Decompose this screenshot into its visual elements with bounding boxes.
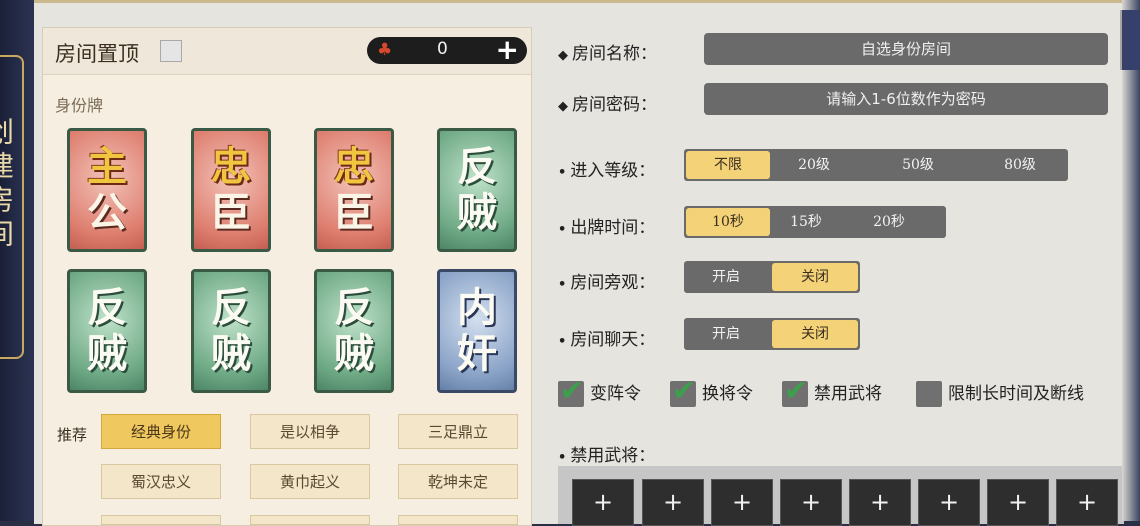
pin-bar: 房间置顶 ♣ 0 +: [43, 28, 531, 75]
spectate-label-text: 房间旁观：: [570, 273, 656, 293]
card-top-char: 反: [457, 143, 497, 190]
preset-button[interactable]: 三足鼎立: [398, 414, 518, 449]
pin-label: 房间置顶: [55, 42, 139, 66]
coin-icon: ♣: [377, 40, 393, 60]
preset-button[interactable]: 蜀汉忠义: [101, 464, 221, 499]
card-top-char: 反: [334, 284, 374, 331]
ban-slot[interactable]: +: [987, 479, 1049, 526]
card-bottom-char: 公: [87, 189, 127, 236]
chat-label: • 房间聊天：: [558, 330, 656, 350]
room-name-label-text: 房间名称：: [572, 44, 657, 64]
time-label-text: 出牌时间：: [570, 218, 656, 238]
create-room-panel: 房间置顶 ♣ 0 + 身份牌 主 公 忠 臣 忠 臣 反 贼 反 贼 反 贼 反…: [34, 0, 1124, 526]
card-top-char: 内: [457, 284, 497, 331]
formation-token-checkbox[interactable]: ✔: [558, 374, 584, 407]
formation-token-label: 变阵令: [590, 384, 641, 404]
recommend-label: 推荐: [57, 426, 88, 444]
limit-afk-checkbox[interactable]: [916, 381, 942, 407]
room-name-input[interactable]: 自选身份房间: [704, 33, 1108, 65]
frame-notch: [1120, 10, 1140, 70]
preset-button-partial[interactable]: [398, 515, 518, 525]
password-input[interactable]: 请输入1-6位数作为密码: [704, 83, 1108, 115]
identity-card-spy[interactable]: 内 奸: [437, 269, 517, 393]
room-name-label: ◆ 房间名称：: [558, 44, 657, 64]
chat-off-option[interactable]: 关闭: [772, 320, 858, 348]
ban-general-checkbox[interactable]: ✔: [782, 374, 808, 407]
chat-on-option[interactable]: 开启: [688, 320, 764, 348]
card-bottom-char: 奸: [457, 330, 497, 377]
preset-button[interactable]: 黄巾起义: [250, 464, 370, 499]
preset-classic-button[interactable]: 经典身份: [101, 414, 221, 449]
spectate-label: • 房间旁观：: [558, 273, 656, 293]
level-option-80[interactable]: 80级: [982, 151, 1058, 179]
side-tab-create-room[interactable]: 创建房间: [0, 55, 24, 359]
password-label-text: 房间密码：: [572, 95, 657, 115]
card-bottom-char: 臣: [211, 189, 251, 236]
chat-toggle: 开启 关闭: [684, 318, 860, 350]
card-top-char: 反: [87, 284, 127, 331]
checkmark-icon: ✔: [560, 374, 584, 407]
chat-label-text: 房间聊天：: [570, 330, 656, 350]
ban-slot[interactable]: +: [849, 479, 911, 526]
card-bottom-char: 贼: [334, 330, 374, 377]
preset-button-partial[interactable]: [250, 515, 370, 525]
level-option-20[interactable]: 20级: [784, 151, 844, 179]
card-top-char: 忠: [211, 143, 251, 190]
level-label-text: 进入等级：: [570, 161, 656, 181]
ban-slot[interactable]: +: [1056, 479, 1118, 526]
preset-button[interactable]: 是以相争: [250, 414, 370, 449]
card-top-char: 主: [87, 143, 127, 190]
ban-slot[interactable]: +: [642, 479, 704, 526]
level-label: • 进入等级：: [558, 161, 656, 181]
pin-checkbox[interactable]: [160, 40, 182, 62]
coin-bar: ♣ 0 +: [367, 33, 527, 66]
card-bottom-char: 贼: [457, 189, 497, 236]
identity-card-rebel[interactable]: 反 贼: [437, 128, 517, 252]
coin-value: 0: [437, 39, 448, 59]
swap-general-label: 换将令: [702, 384, 753, 404]
ban-slot[interactable]: +: [711, 479, 773, 526]
time-option-20[interactable]: 20秒: [859, 208, 919, 236]
spectate-off-option[interactable]: 关闭: [772, 263, 858, 291]
card-bottom-char: 贼: [87, 330, 127, 377]
identity-label: 身份牌: [55, 96, 104, 115]
checkmark-icon: ✔: [784, 374, 808, 407]
card-top-char: 忠: [334, 143, 374, 190]
time-option-10[interactable]: 10秒: [686, 208, 770, 236]
card-bottom-char: 贼: [211, 330, 251, 377]
level-option-unlimited[interactable]: 不限: [686, 151, 770, 179]
time-selector: 10秒 15秒 20秒: [684, 206, 946, 238]
level-option-50[interactable]: 50级: [880, 151, 956, 179]
ban-slots-area: + + + + + + + +: [558, 466, 1124, 526]
identity-card-loyal[interactable]: 忠 臣: [191, 128, 271, 252]
preset-button[interactable]: 乾坤未定: [398, 464, 518, 499]
card-top-char: 反: [211, 284, 251, 331]
identity-panel: 房间置顶 ♣ 0 + 身份牌 主 公 忠 臣 忠 臣 反 贼 反 贼 反 贼 反…: [42, 27, 532, 526]
side-tab-label: 创建房间: [0, 117, 15, 253]
identity-card-rebel[interactable]: 反 贼: [67, 269, 147, 393]
spectate-on-option[interactable]: 开启: [688, 263, 764, 291]
identity-card-rebel[interactable]: 反 贼: [191, 269, 271, 393]
identity-card-loyal[interactable]: 忠 臣: [314, 128, 394, 252]
identity-card-lord[interactable]: 主 公: [67, 128, 147, 252]
checkmark-icon: ✔: [672, 374, 696, 407]
password-label: ◆ 房间密码：: [558, 95, 657, 115]
ban-label: • 禁用武将：: [558, 446, 656, 466]
level-selector: 不限 20级 50级 80级: [684, 149, 1068, 181]
ban-label-text: 禁用武将：: [570, 446, 656, 466]
card-bottom-char: 臣: [334, 189, 374, 236]
right-frame: [1120, 0, 1140, 521]
add-coin-button[interactable]: +: [496, 33, 519, 66]
ban-slot[interactable]: +: [918, 479, 980, 526]
identity-card-rebel[interactable]: 反 贼: [314, 269, 394, 393]
swap-general-checkbox[interactable]: ✔: [670, 374, 696, 407]
preset-button-partial[interactable]: [101, 515, 221, 525]
ban-general-label: 禁用武将: [814, 384, 882, 404]
time-option-15[interactable]: 15秒: [778, 208, 834, 236]
limit-afk-label: 限制长时间及断线: [948, 384, 1084, 404]
spectate-toggle: 开启 关闭: [684, 261, 860, 293]
time-label: • 出牌时间：: [558, 218, 656, 238]
ban-slot[interactable]: +: [572, 479, 634, 526]
ban-slot[interactable]: +: [780, 479, 842, 526]
